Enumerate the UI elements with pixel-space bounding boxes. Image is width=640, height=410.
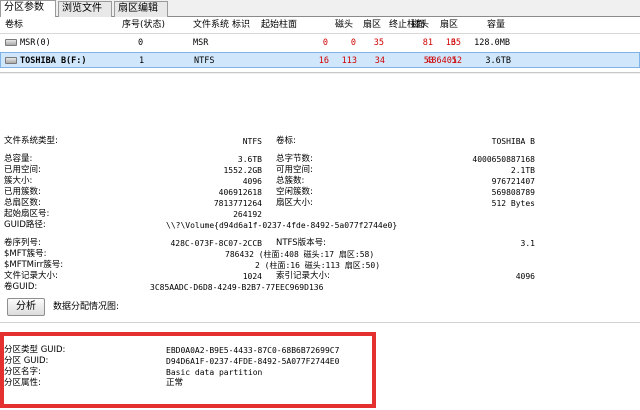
ntfs-ver-value: 3.1 — [520, 239, 535, 248]
partition-guid-value: D94D6A1F-0237-4FDE-8492-5A077F2744E0 — [166, 357, 340, 366]
row-fs: NTFS — [194, 56, 215, 66]
disk-icon — [5, 57, 17, 64]
analyze-button[interactable]: 分析 — [7, 298, 45, 316]
idx-size-value: 4096 — [515, 272, 535, 281]
row-start-head: 0 — [350, 38, 356, 48]
col-seq[interactable]: 序号(状态) — [122, 17, 165, 33]
tab-browse-files[interactable]: 浏览文件 — [58, 1, 112, 17]
row-start-cyl: 0 — [322, 38, 328, 48]
row-end-sector: 52 — [451, 56, 462, 66]
divider — [0, 322, 640, 323]
row-fs: MSR — [193, 38, 209, 48]
volume-label: TOSHIBA B(F:) — [20, 56, 87, 66]
total-bytes-value: 4000650887168 — [472, 155, 535, 164]
vol-guid-label: 卷GUID: — [4, 282, 38, 292]
col-end-head[interactable]: 磁头 — [411, 17, 429, 33]
partition-attr-label: 分区属性: — [4, 378, 41, 388]
partition-type-guid-label: 分区类型 GUID: — [4, 345, 66, 355]
col-volume[interactable]: 卷标 — [5, 17, 23, 33]
col-start-cyl[interactable]: 起始柱面 — [261, 17, 297, 33]
free-value: 2.1TB — [510, 166, 535, 175]
mft-label: $MFT簇号: — [4, 249, 47, 259]
row-seq: 0 — [138, 38, 144, 48]
row-seq: 1 — [139, 56, 145, 66]
guid-path-label: GUID路径: — [4, 220, 46, 230]
col-fs[interactable]: 文件系统 — [193, 17, 229, 33]
row-capacity: 128.0MB — [474, 38, 510, 48]
data-map-label: 数据分配情况图: — [53, 302, 120, 312]
col-flag[interactable]: 标识 — [232, 17, 250, 33]
row-end-head: 53 — [423, 56, 434, 66]
row-end-sector: 35 — [450, 38, 461, 48]
col-end-sector[interactable]: 扇区 — [440, 17, 458, 33]
free-clusters-value: 569808789 — [491, 188, 535, 197]
sector-size-value: 512 Bytes — [491, 199, 535, 208]
partition-table: 卷标 序号(状态) 文件系统 标识 起始柱面 磁头 扇区 终止柱面 磁头 扇区 … — [0, 17, 640, 73]
col-capacity[interactable]: 容量 — [487, 17, 505, 33]
vol-guid-value: 3C85AADC-D6D8-4249-B2B7-77EEC969D136 — [150, 283, 324, 292]
vol-label-value: TOSHIBA B — [491, 137, 535, 146]
total-clusters-value: 976721407 — [491, 177, 535, 186]
tab-partition-params[interactable]: 分区参数 — [0, 0, 56, 18]
row-start-head: 113 — [341, 56, 357, 66]
mftmirr-label: $MFTMirr簇号: — [4, 260, 64, 270]
partition-attr-value: 正常 — [166, 378, 184, 388]
guid-path-value: \\?\Volume{d94d6a1f-0237-4fde-8492-5a077… — [166, 221, 398, 230]
partition-type-guid-value: EBD0A0A2-B9E5-4433-87C0-68B6B72699C7 — [166, 346, 340, 355]
disk-icon — [5, 39, 17, 46]
row-capacity: 3.6TB — [485, 56, 511, 66]
col-start-sector[interactable]: 扇区 — [363, 17, 381, 33]
volume-label: MSR(0) — [20, 38, 51, 48]
table-row[interactable]: MSR(0) 0 MSR 0 0 35 16 81 35 128.0MB — [0, 35, 640, 51]
row-volume: TOSHIBA B(F:) — [5, 53, 87, 69]
row-end-head: 81 — [422, 38, 433, 48]
partition-guid-label: 分区 GUID: — [4, 356, 49, 366]
tab-sector-edit[interactable]: 扇区编辑 — [114, 1, 168, 17]
col-start-head[interactable]: 磁头 — [335, 17, 353, 33]
mft-value: 786432 (柱面:408 磁头:17 扇区:58) — [225, 250, 375, 259]
row-start-sector: 34 — [374, 56, 385, 66]
row-start-cyl: 16 — [318, 56, 329, 66]
table-row-selected[interactable]: TOSHIBA B(F:) 1 NTFS 16 113 34 486401 53… — [0, 52, 640, 68]
row-volume: MSR(0) — [5, 35, 51, 51]
row-start-sector: 35 — [373, 38, 384, 48]
start-sector-value: 264192 — [233, 210, 262, 219]
partition-name-label: 分区名字: — [4, 367, 41, 377]
table-header: 卷标 序号(状态) 文件系统 标识 起始柱面 磁头 扇区 终止柱面 磁头 扇区 … — [0, 17, 640, 34]
partition-name-value: Basic data partition — [166, 368, 263, 377]
tab-strip: 分区参数 浏览文件 扇区编辑 — [0, 0, 640, 18]
mftmirr-value: 2 (柱面:16 磁头:113 扇区:50) — [255, 261, 381, 270]
